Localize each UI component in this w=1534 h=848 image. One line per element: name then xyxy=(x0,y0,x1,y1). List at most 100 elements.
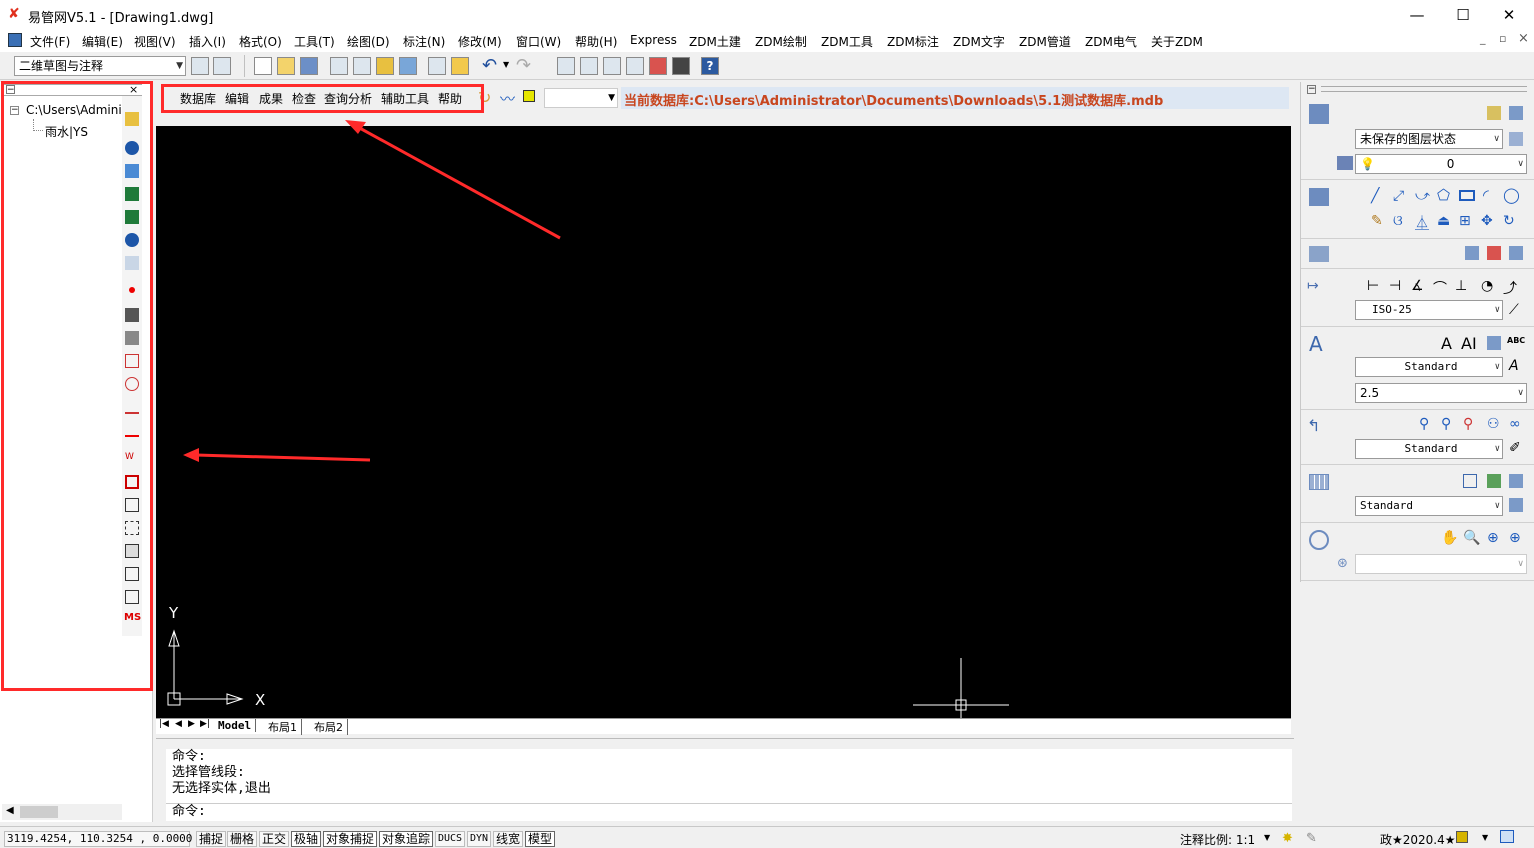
rectangle-tool-icon[interactable] xyxy=(1459,190,1475,201)
tab-model[interactable]: Model xyxy=(218,719,257,732)
help-icon[interactable]: ? xyxy=(701,57,719,75)
pan-icon[interactable] xyxy=(557,57,575,75)
tab-next-icon[interactable]: ▶ xyxy=(188,719,195,729)
menu-about-zdm[interactable]: 关于ZDM xyxy=(1151,33,1203,50)
scroll-left-icon[interactable]: ◀ xyxy=(6,805,14,816)
text-panel-icon[interactable]: A xyxy=(1309,332,1323,356)
menu-file[interactable]: 文件(F) xyxy=(30,33,70,50)
grid-toggle[interactable]: 栅格 xyxy=(227,831,258,847)
menu-edit[interactable]: 编辑(E) xyxy=(82,33,123,50)
leader-link-icon[interactable]: ∞ xyxy=(1509,416,1521,432)
steering-wheel-icon[interactable]: ⊛ xyxy=(1337,556,1348,571)
offset-tool-icon[interactable]: ⏏ xyxy=(1437,213,1450,229)
drawing-canvas[interactable]: Y X xyxy=(156,126,1291,718)
spline-tool-icon[interactable]: ଓ xyxy=(1393,213,1403,229)
layer-state-select[interactable]: 未保存的图层状态 ∨ xyxy=(1355,129,1503,149)
spellcheck-icon[interactable]: ABC xyxy=(1507,336,1525,345)
annotation-scale-dropdown-icon[interactable]: ▼ xyxy=(1264,833,1270,842)
workspace-settings-icon[interactable] xyxy=(191,57,209,75)
find-text-icon[interactable] xyxy=(1487,336,1501,350)
annotation-visibility-icon[interactable]: ✸ xyxy=(1282,831,1293,846)
collect-leader-icon[interactable]: ⚇ xyxy=(1487,416,1500,432)
leader-dim-icon[interactable]: ⤴ xyxy=(1503,278,1517,298)
menu-dimension[interactable]: 标注(N) xyxy=(403,33,445,50)
plot-preview-icon[interactable] xyxy=(353,57,371,75)
save-icon[interactable] xyxy=(300,57,318,75)
left-hscrollbar[interactable]: ◀ xyxy=(2,804,122,820)
undo-dropdown-icon[interactable]: ▼ xyxy=(503,60,509,69)
align-leader-icon[interactable]: ⚲ xyxy=(1463,416,1473,432)
dimstyle-select[interactable]: ISO-25 ∨ xyxy=(1355,300,1503,320)
status-dropdown-icon[interactable]: ▼ xyxy=(1482,833,1488,842)
ortho-toggle[interactable]: 正交 xyxy=(259,831,290,847)
dimstyle-settings-icon[interactable]: ⟋ xyxy=(1509,302,1519,318)
3d-panel-icon[interactable] xyxy=(1309,246,1329,262)
layer-manager-icon[interactable] xyxy=(1487,106,1501,120)
menu-zdm-civil[interactable]: ZDM土建 xyxy=(689,33,741,50)
table-link-icon[interactable] xyxy=(1487,474,1501,488)
array-tool-icon[interactable]: ⊞ xyxy=(1459,213,1471,229)
tool-palette-icon[interactable] xyxy=(626,57,644,75)
arc-dim-icon[interactable]: ⌒ xyxy=(1433,278,1447,298)
design-center-icon[interactable] xyxy=(603,57,621,75)
coordinates-readout[interactable]: 3119.4254, 110.3254 , 0.0000 xyxy=(4,831,192,847)
3d-publish-icon[interactable] xyxy=(399,57,417,75)
tab-layout2[interactable]: 布局2 xyxy=(314,719,348,735)
zoom-extents-icon[interactable]: ⊕ xyxy=(1509,530,1521,546)
mdi-minimize-button[interactable]: _ xyxy=(1480,32,1486,45)
stretch-tool-icon[interactable] xyxy=(1509,246,1523,260)
close-button[interactable]: ✕ xyxy=(1486,0,1532,30)
tab-layout1[interactable]: 布局1 xyxy=(268,719,302,735)
hatch-tool-icon[interactable]: ✎ xyxy=(1371,213,1383,229)
tab-last-icon[interactable]: ▶| xyxy=(200,719,210,729)
snap-toggle[interactable]: 捕捉 xyxy=(196,831,227,847)
menu-format[interactable]: 格式(O) xyxy=(239,33,282,50)
polyline-icon[interactable]: 〰 xyxy=(500,88,515,109)
calculator-icon[interactable] xyxy=(672,57,690,75)
menu-zdm-elec[interactable]: ZDM电气 xyxy=(1085,33,1137,50)
markup-icon[interactable] xyxy=(649,57,667,75)
construction-line-icon[interactable]: ⤢ xyxy=(1393,188,1404,204)
navigation-panel-icon[interactable] xyxy=(1309,530,1329,550)
textstyle-settings-icon[interactable]: A xyxy=(1509,358,1519,374)
properties-icon[interactable] xyxy=(580,57,598,75)
menu-modify[interactable]: 修改(M) xyxy=(458,33,502,50)
make-current-icon[interactable] xyxy=(1337,156,1353,170)
mleaderstyle-select[interactable]: Standard ∨ xyxy=(1355,439,1503,459)
circle-tool-icon[interactable]: ◯ xyxy=(1503,186,1520,204)
publish-icon[interactable] xyxy=(376,57,394,75)
aligned-dim-icon[interactable]: ⊣ xyxy=(1389,278,1401,294)
menu-tools[interactable]: 工具(T) xyxy=(294,33,335,50)
polar-toggle[interactable]: 极轴 xyxy=(291,831,322,847)
polyline-tool-icon[interactable]: ⤻ xyxy=(1415,188,1430,204)
ducs-toggle[interactable]: DUCS xyxy=(435,831,466,847)
multileader-panel-icon[interactable]: ↰ xyxy=(1307,416,1320,435)
dimension-panel-icon[interactable]: ↦ xyxy=(1307,278,1319,294)
menu-zdm-draw[interactable]: ZDM绘制 xyxy=(755,33,807,50)
zoom-realtime-icon[interactable]: 🔍 xyxy=(1463,530,1480,546)
tab-first-icon[interactable]: |◀ xyxy=(159,719,169,729)
multiline-text-icon[interactable]: A xyxy=(1441,334,1452,353)
menu-draw[interactable]: 绘图(D) xyxy=(347,33,390,50)
undo-icon[interactable]: ↶ xyxy=(482,55,497,76)
dyn-toggle[interactable]: DYN xyxy=(467,831,492,847)
match-properties-icon[interactable] xyxy=(451,57,469,75)
view-select[interactable]: ∨ xyxy=(1355,554,1527,574)
radius-dim-icon[interactable]: ◔ xyxy=(1481,278,1493,294)
workspace-save-icon[interactable] xyxy=(213,57,231,75)
new-file-icon[interactable] xyxy=(254,57,272,75)
angular-dim-icon[interactable]: ∡ xyxy=(1411,278,1424,294)
lock-icon[interactable] xyxy=(1456,831,1468,843)
add-leader-icon[interactable]: ⚲ xyxy=(1419,416,1429,432)
menu-zdm-pipe[interactable]: ZDM管道 xyxy=(1019,33,1071,50)
single-line-text-icon[interactable]: AI xyxy=(1461,334,1477,353)
menu-insert[interactable]: 插入(I) xyxy=(189,33,226,50)
rotate-tool-icon[interactable]: ↻ xyxy=(1503,213,1515,229)
menu-zdm-tools[interactable]: ZDM工具 xyxy=(821,33,873,50)
clean-screen-icon[interactable] xyxy=(1500,830,1514,843)
snap-tool-icon[interactable] xyxy=(1465,246,1479,260)
maximize-button[interactable]: ☐ xyxy=(1440,0,1486,30)
mirror-tool-icon[interactable]: ⏅ xyxy=(1415,213,1429,233)
text-height-select[interactable]: 2.5 ∨ xyxy=(1355,383,1527,403)
mdi-restore-button[interactable]: ▫ xyxy=(1499,32,1506,45)
